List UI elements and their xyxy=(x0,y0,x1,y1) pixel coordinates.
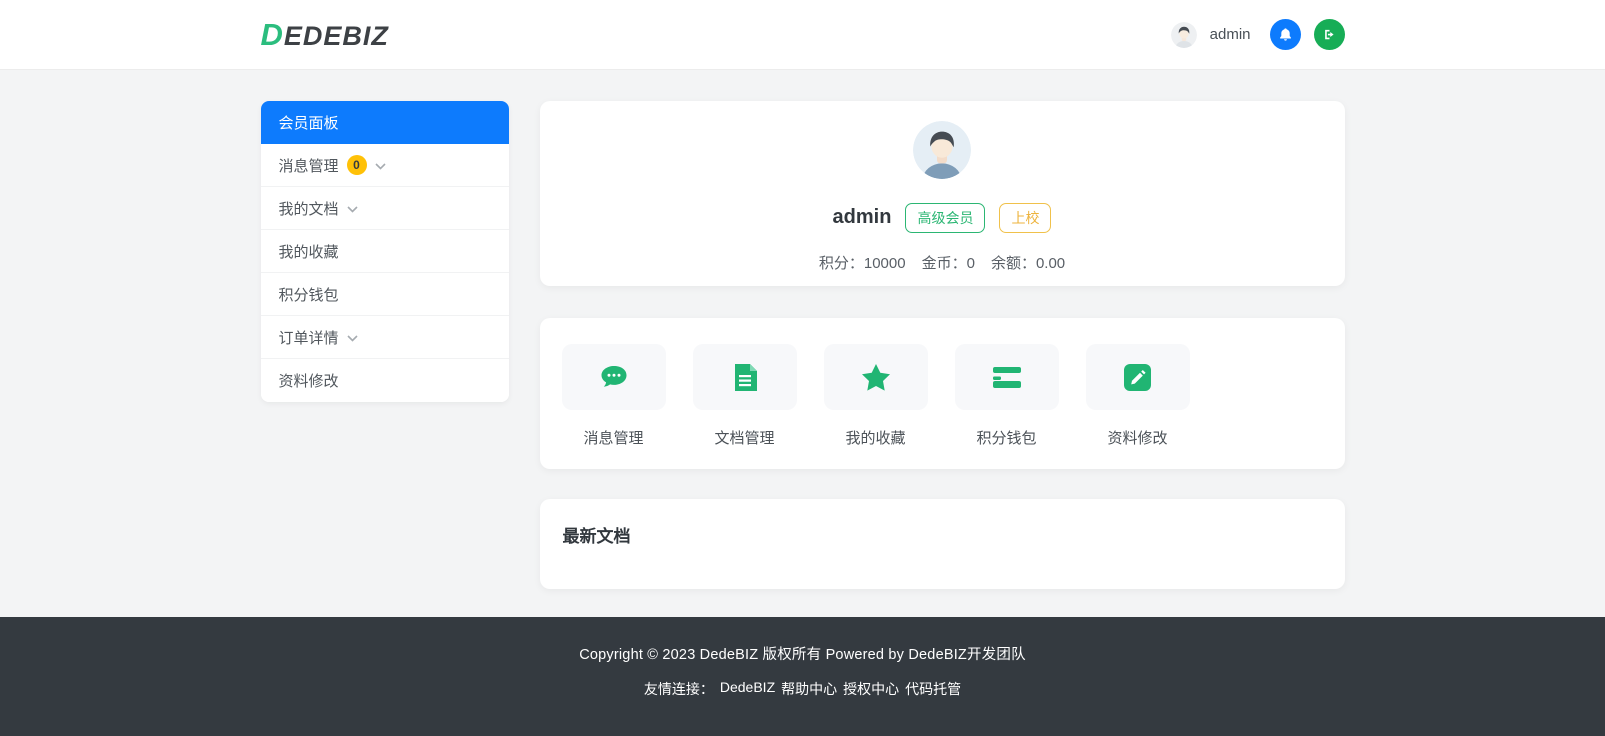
friend-links-label: 友情连接： xyxy=(643,681,714,697)
chevron-down-icon xyxy=(374,162,386,170)
bell-icon xyxy=(1279,28,1291,41)
shortcut-edit-profile[interactable]: 资料修改 xyxy=(1085,344,1190,448)
member-level-badge: 高级会员 xyxy=(905,202,986,233)
member-sidebar: 会员面板 消息管理 0 我的文档 我的收藏 积分钱包 订单详情 资料修改 xyxy=(260,101,509,402)
copyright-text: Copyright © 2023 DedeBIZ 版权所有 Powered by… xyxy=(579,647,1026,663)
points-stat: 积分：10000 xyxy=(818,254,906,272)
sidebar-item-label: 资料修改 xyxy=(278,373,339,390)
document-icon xyxy=(734,363,757,391)
sidebar-item-my-favorites[interactable]: 我的收藏 xyxy=(260,230,509,273)
sidebar-item-order-details[interactable]: 订单详情 xyxy=(260,316,509,359)
sidebar-item-my-documents[interactable]: 我的文档 xyxy=(260,187,509,230)
logout-icon xyxy=(1324,29,1334,40)
logo-text: DEDEBIZ xyxy=(260,16,389,52)
balance-stat: 余额：0.00 xyxy=(990,254,1066,272)
sidebar-item-label: 订单详情 xyxy=(278,329,339,347)
chevron-down-icon xyxy=(346,205,358,213)
chevron-down-icon xyxy=(346,334,358,342)
sidebar-item-label: 我的文档 xyxy=(278,200,339,218)
footer-link-code-hosting[interactable]: 代码托管 xyxy=(905,679,961,699)
shortcut-messages[interactable]: 消息管理 xyxy=(561,344,666,448)
footer-link-help-center[interactable]: 帮助中心 xyxy=(781,679,837,699)
shortcut-wallet[interactable]: 积分钱包 xyxy=(954,344,1059,448)
sidebar-item-messages[interactable]: 消息管理 0 xyxy=(260,144,509,187)
logout-button[interactable] xyxy=(1313,19,1345,50)
sidebar-item-label: 我的收藏 xyxy=(278,243,339,261)
edit-pencil-icon xyxy=(1124,363,1151,391)
profile-username: admin xyxy=(832,206,892,228)
star-icon xyxy=(861,363,890,391)
shortcut-favorites[interactable]: 我的收藏 xyxy=(823,344,928,448)
chat-bubble-icon xyxy=(601,365,626,387)
page-footer: Copyright © 2023 DedeBIZ 版权所有 Powered by… xyxy=(0,617,1605,736)
wallet-card-icon xyxy=(992,367,1021,388)
sidebar-item-label: 积分钱包 xyxy=(278,286,339,304)
sidebar-item-label: 消息管理 xyxy=(278,157,339,175)
shortcuts-card: 消息管理 文档管理 我的收藏 积分钱包 资料修改 xyxy=(539,318,1345,469)
dedebiz-logo[interactable]: DEDEBIZ xyxy=(261,17,389,53)
footer-link-dedebiz[interactable]: DedeBIZ xyxy=(720,679,775,699)
profile-avatar[interactable] xyxy=(913,120,971,179)
footer-link-license-center[interactable]: 授权中心 xyxy=(843,679,899,699)
top-header: DEDEBIZ admin xyxy=(0,0,1605,70)
sidebar-item-edit-profile[interactable]: 资料修改 xyxy=(260,359,509,402)
user-avatar[interactable] xyxy=(1170,21,1197,48)
message-count-badge: 0 xyxy=(346,155,367,175)
shortcut-documents[interactable]: 文档管理 xyxy=(692,344,797,448)
gold-stat: 金币：0 xyxy=(921,254,975,272)
sidebar-item-member-panel[interactable]: 会员面板 xyxy=(260,101,509,144)
notifications-button[interactable] xyxy=(1269,19,1301,50)
main-content: admin 高级会员 上校 积分：10000 金币：0 余额：0.00 消息管理… xyxy=(539,101,1345,589)
rank-badge: 上校 xyxy=(999,202,1052,233)
latest-docs-title: 最新文档 xyxy=(562,527,631,546)
profile-stats: 积分：10000 金币：0 余额：0.00 xyxy=(819,252,1065,273)
sidebar-item-points-wallet[interactable]: 积分钱包 xyxy=(260,273,509,316)
latest-docs-card: 最新文档 xyxy=(539,499,1345,589)
profile-card: admin 高级会员 上校 积分：10000 金币：0 余额：0.00 xyxy=(539,101,1345,286)
friend-links: 友情连接： DedeBIZ 帮助中心 授权中心 代码托管 xyxy=(0,679,1605,699)
sidebar-item-label: 会员面板 xyxy=(278,115,339,132)
header-username: admin xyxy=(1209,26,1251,43)
